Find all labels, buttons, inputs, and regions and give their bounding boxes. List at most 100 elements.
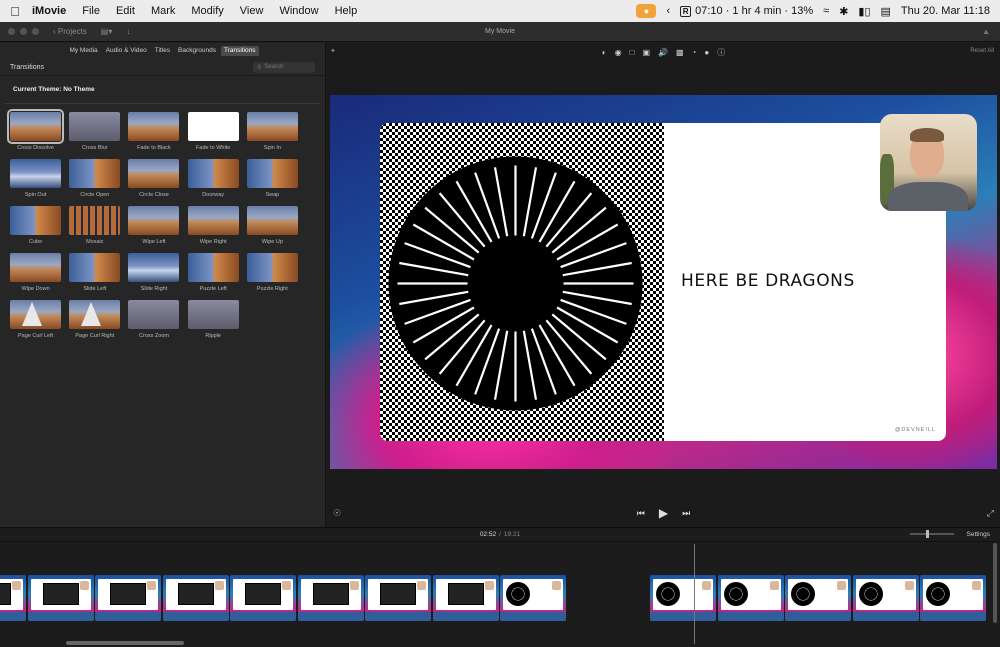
timeline-clip[interactable] [27, 575, 94, 621]
transition-item[interactable]: Wipe Right [184, 206, 243, 245]
transition-item[interactable]: Swap [243, 159, 302, 198]
apple-menu-icon[interactable]:  [0, 4, 24, 19]
transition-thumbnail[interactable] [10, 300, 62, 329]
playhead[interactable] [694, 544, 695, 644]
tab-titles[interactable]: Titles [152, 46, 173, 56]
transition-item[interactable]: Page Curl Left [6, 300, 65, 339]
timeline-clip[interactable] [920, 575, 986, 621]
share-icon[interactable]: ▲ [982, 27, 990, 36]
tab-my-media[interactable]: My Media [66, 46, 100, 56]
menu-imovie[interactable]: iMovie [24, 5, 74, 17]
play-button[interactable]: ▶ [659, 506, 668, 520]
transition-item[interactable]: Cross Blur [65, 112, 124, 151]
vertical-scrollbar[interactable] [993, 543, 997, 623]
menu-edit[interactable]: Edit [108, 5, 143, 17]
minimize-window-button[interactable] [20, 28, 27, 35]
transition-thumbnail[interactable] [128, 112, 180, 141]
transition-thumbnail[interactable] [128, 159, 180, 188]
transition-item[interactable]: Cross Zoom [124, 300, 183, 339]
transition-item[interactable]: Circle Open [65, 159, 124, 198]
transition-item[interactable]: Slide Left [65, 253, 124, 292]
timeline-clip[interactable] [162, 575, 229, 621]
bluetooth-icon[interactable]: ✱ [839, 5, 848, 18]
transition-item[interactable]: Fade to Black [124, 112, 183, 151]
transition-item[interactable]: Mosaic [65, 206, 124, 245]
library-list-icon[interactable]: ▤▾ [101, 27, 113, 36]
transition-item[interactable]: Puzzle Right [243, 253, 302, 292]
transition-thumbnail[interactable] [69, 206, 121, 235]
transition-item[interactable]: Ripple [184, 300, 243, 339]
speed-icon[interactable]: ◔ [692, 48, 697, 57]
timeline-clip[interactable] [650, 575, 716, 621]
transition-thumbnail[interactable] [187, 112, 239, 141]
projects-button[interactable]: ‹ Projects [53, 27, 87, 36]
timeline-clip[interactable] [365, 575, 431, 621]
transition-item[interactable]: Wipe Up [243, 206, 302, 245]
import-icon[interactable]: ↓ [126, 27, 130, 36]
menu-view[interactable]: View [232, 5, 272, 17]
stabilization-icon[interactable]: ▣ [642, 48, 650, 57]
timeline-clip[interactable] [500, 575, 566, 621]
tab-audio-video[interactable]: Audio & Video [103, 46, 150, 56]
transition-thumbnail[interactable] [69, 300, 121, 329]
voiceover-mic-icon[interactable]: ☉ [333, 508, 341, 519]
transition-thumbnail[interactable] [10, 206, 62, 235]
skip-forward-button[interactable]: ⏭ [682, 508, 690, 519]
microphone-status-icon[interactable]: ● [636, 4, 657, 18]
zoom-knob[interactable] [926, 530, 929, 538]
transition-thumbnail[interactable] [187, 253, 239, 282]
wifi-icon[interactable]: ≈ [823, 5, 829, 17]
menu-window[interactable]: Window [271, 5, 326, 17]
clip-filter-icon[interactable]: ● [704, 48, 709, 57]
chevron-left-icon[interactable]: ‹ [666, 5, 670, 17]
transition-thumbnail[interactable] [10, 159, 62, 188]
transition-thumbnail[interactable] [10, 253, 62, 282]
transition-item[interactable]: Slide Right [124, 253, 183, 292]
transition-thumbnail[interactable] [69, 112, 121, 141]
transition-thumbnail[interactable] [128, 206, 180, 235]
menu-help[interactable]: Help [327, 5, 366, 17]
timeline-clip[interactable] [717, 575, 784, 621]
transition-thumbnail[interactable] [246, 206, 298, 235]
transition-item[interactable]: Wipe Down [6, 253, 65, 292]
recording-timer[interactable]: R 07:10 · 1 hr 4 min · 13% [680, 5, 813, 17]
zoom-slider[interactable] [910, 530, 954, 538]
crop-icon[interactable]: □ [630, 48, 635, 57]
timeline-clip[interactable] [297, 575, 364, 621]
timeline-clip[interactable] [95, 575, 161, 621]
skip-back-button[interactable]: ⏮ [637, 508, 645, 519]
timeline-clip[interactable] [230, 575, 296, 621]
transition-thumbnail[interactable] [246, 253, 298, 282]
transition-thumbnail[interactable] [69, 253, 121, 282]
transition-thumbnail[interactable] [187, 159, 239, 188]
transition-thumbnail[interactable] [69, 159, 121, 188]
timeline-clip[interactable] [852, 575, 919, 621]
transition-thumbnail[interactable] [7, 109, 65, 144]
timeline-clip[interactable] [432, 575, 499, 621]
transition-thumbnail[interactable] [187, 206, 239, 235]
info-icon[interactable]: ⓘ [717, 47, 725, 58]
tab-transitions[interactable]: Transitions [220, 46, 259, 56]
volume-icon[interactable]: 🔊 [658, 48, 668, 57]
menu-mark[interactable]: Mark [143, 5, 183, 17]
tab-backgrounds[interactable]: Backgrounds [175, 46, 219, 56]
transition-item[interactable]: Wipe Left [124, 206, 183, 245]
zoom-window-button[interactable] [32, 28, 39, 35]
transition-item[interactable]: Cube [6, 206, 65, 245]
transition-item[interactable]: Circle Close [124, 159, 183, 198]
reset-all-button[interactable]: Reset All [970, 48, 994, 54]
timeline-clip[interactable] [0, 575, 26, 621]
battery-icon[interactable]: ▮▯ [858, 5, 870, 18]
transition-thumbnail[interactable] [128, 300, 180, 329]
menu-file[interactable]: File [74, 5, 108, 17]
magic-wand-icon[interactable]: ✦ [330, 47, 336, 55]
timeline-settings-button[interactable]: Settings [967, 531, 991, 538]
transition-item[interactable]: Puzzle Left [184, 253, 243, 292]
transition-thumbnail[interactable] [187, 300, 239, 329]
transition-item[interactable]: Spin In [243, 112, 302, 151]
horizontal-scrollbar[interactable] [66, 641, 184, 645]
transition-item[interactable]: Fade to White [184, 112, 243, 151]
control-center-icon[interactable]: ▤ [881, 5, 891, 18]
transition-item[interactable]: Spin Out [6, 159, 65, 198]
close-window-button[interactable] [8, 28, 15, 35]
